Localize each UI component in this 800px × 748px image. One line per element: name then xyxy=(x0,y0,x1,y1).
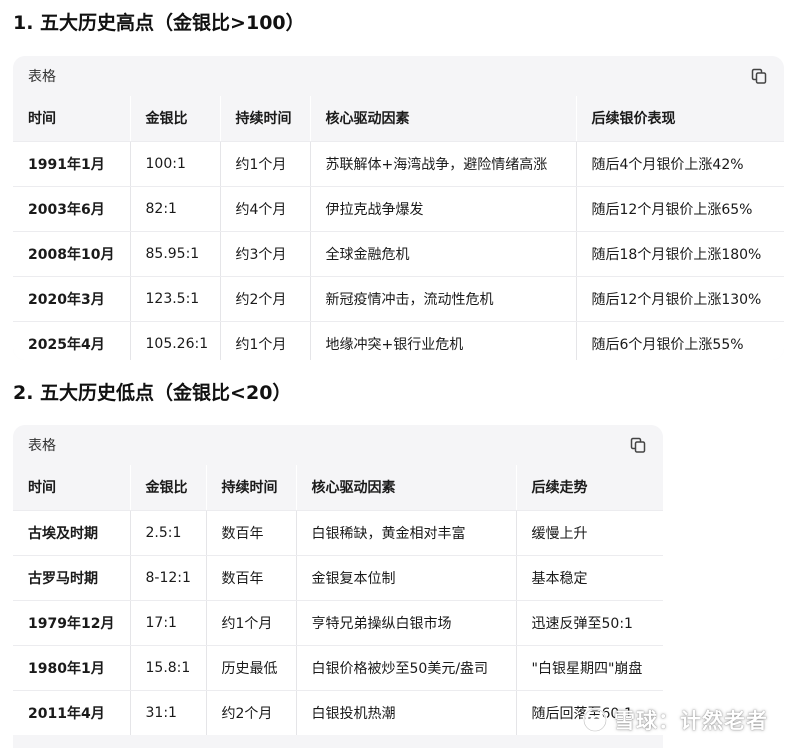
cell-duration: 约2个月 xyxy=(220,276,311,322)
table-row: 2003年6月 82:1 约4个月 伊拉克战争爆发 随后12个月银价上涨65% xyxy=(13,186,784,232)
table-row: 1979年12月 17:1 约1个月 亨特兄弟操纵白银市场 迅速反弹至50:1 xyxy=(13,600,663,646)
cell-duration: 约1个月 xyxy=(220,141,311,187)
cell-time: 2003年6月 xyxy=(13,186,131,232)
cell-trend: 基本稳定 xyxy=(516,555,663,601)
table-row: 2020年3月 123.5:1 约2个月 新冠疫情冲击，流动性危机 随后12个月… xyxy=(13,276,784,322)
cell-time: 2008年10月 xyxy=(13,231,131,277)
cell-driver: 白银稀缺，黄金相对丰富 xyxy=(296,510,517,556)
cell-ratio: 85.95:1 xyxy=(130,231,221,277)
col-header-duration: 持续时间 xyxy=(220,96,311,142)
col-header-duration: 持续时间 xyxy=(206,465,297,511)
cell-driver: 地缘冲突+银行业危机 xyxy=(310,321,577,360)
table-lows: 时间 金银比 持续时间 核心驱动因素 后续走势 古埃及时期 2.5:1 数百年 … xyxy=(13,465,663,735)
snowball-logo-icon xyxy=(582,707,608,733)
cell-time: 1991年1月 xyxy=(13,141,131,187)
col-header-time: 时间 xyxy=(13,465,131,511)
table-row: 1980年1月 15.8:1 历史最低 白银价格被炒至50美元/盎司 "白银星期… xyxy=(13,645,663,691)
table-header-row: 时间 金银比 持续时间 核心驱动因素 后续走势 xyxy=(13,465,663,511)
table-row: 2008年10月 85.95:1 约3个月 全球金融危机 随后18个月银价上涨1… xyxy=(13,231,784,277)
cell-performance: 随后4个月银价上涨42% xyxy=(576,141,784,187)
table-card-1: 表格 时间 金银比 持续时间 核心驱动因素 后续银价表现 1991年1月 100… xyxy=(13,56,784,360)
cell-duration: 数百年 xyxy=(206,510,297,556)
cell-duration: 约1个月 xyxy=(206,600,297,646)
cell-time: 1980年1月 xyxy=(13,645,131,691)
cell-driver: 全球金融危机 xyxy=(310,231,577,277)
cell-driver: 苏联解体+海湾战争，避险情绪高涨 xyxy=(310,141,577,187)
table-card-2-label: 表格 xyxy=(28,438,56,454)
copy-icon[interactable] xyxy=(629,436,647,454)
cell-driver: 白银投机热潮 xyxy=(296,690,517,735)
col-header-ratio: 金银比 xyxy=(130,465,207,511)
section-1-heading: 1. 五大历史高点（金银比>100） xyxy=(13,12,305,34)
watermark: 雪球：计然老者 xyxy=(582,700,794,740)
col-header-driver: 核心驱动因素 xyxy=(296,465,517,511)
col-header-trend: 后续走势 xyxy=(516,465,663,511)
cell-ratio: 15.8:1 xyxy=(130,645,207,691)
cell-ratio: 17:1 xyxy=(130,600,207,646)
cell-duration: 约1个月 xyxy=(220,321,311,360)
cell-ratio: 8-12:1 xyxy=(130,555,207,601)
cell-time: 2025年4月 xyxy=(13,321,131,360)
table-header-row: 时间 金银比 持续时间 核心驱动因素 后续银价表现 xyxy=(13,96,784,142)
cell-ratio: 100:1 xyxy=(130,141,221,187)
cell-ratio: 2.5:1 xyxy=(130,510,207,556)
cell-ratio: 31:1 xyxy=(130,690,207,735)
cell-duration: 约3个月 xyxy=(220,231,311,277)
cell-time: 古罗马时期 xyxy=(13,555,131,601)
table-row: 古埃及时期 2.5:1 数百年 白银稀缺，黄金相对丰富 缓慢上升 xyxy=(13,510,663,556)
table-row: 1991年1月 100:1 约1个月 苏联解体+海湾战争，避险情绪高涨 随后4个… xyxy=(13,141,784,187)
cell-duration: 约4个月 xyxy=(220,186,311,232)
cell-performance: 随后6个月银价上涨55% xyxy=(591,336,744,353)
cell-ratio: 82:1 xyxy=(130,186,221,232)
cell-ratio: 105.26:1 xyxy=(130,321,221,360)
cell-duration: 历史最低 xyxy=(206,645,297,691)
cell-driver: 金银复本位制 xyxy=(296,555,517,601)
table-card-1-header: 表格 xyxy=(13,56,784,96)
col-header-ratio: 金银比 xyxy=(130,96,221,142)
table-row: 2025年4月 105.26:1 约1个月 地缘冲突+银行业危机 随后6个月银价… xyxy=(13,321,784,360)
copy-icon[interactable] xyxy=(750,67,768,85)
cell-trend: "白银星期四"崩盘 xyxy=(516,645,663,691)
col-header-driver: 核心驱动因素 xyxy=(310,96,577,142)
cell-duration: 约2个月 xyxy=(206,690,297,735)
cell-time: 2011年4月 xyxy=(13,690,131,735)
cell-performance: 随后18个月银价上涨180% xyxy=(576,231,784,277)
table-row: 古罗马时期 8-12:1 数百年 金银复本位制 基本稳定 xyxy=(13,555,663,601)
cell-time: 1979年12月 xyxy=(13,600,131,646)
table-row: 2011年4月 31:1 约2个月 白银投机热潮 随后回落至60:1 xyxy=(13,690,663,735)
cell-driver: 伊拉克战争爆发 xyxy=(310,186,577,232)
cell-duration: 数百年 xyxy=(206,555,297,601)
col-header-time: 时间 xyxy=(13,96,131,142)
section-2-heading: 2. 五大历史低点（金银比<20） xyxy=(13,382,292,404)
table-highs: 时间 金银比 持续时间 核心驱动因素 后续银价表现 1991年1月 100:1 … xyxy=(13,96,784,360)
cell-ratio: 123.5:1 xyxy=(130,276,221,322)
table-card-1-label: 表格 xyxy=(28,69,56,85)
table-card-2-header: 表格 xyxy=(13,425,663,465)
cell-trend: 迅速反弹至50:1 xyxy=(516,600,663,646)
cell-driver: 新冠疫情冲击，流动性危机 xyxy=(310,276,577,322)
col-header-performance: 后续银价表现 xyxy=(576,96,784,142)
cell-performance: 随后12个月银价上涨65% xyxy=(576,186,784,232)
cell-time: 2020年3月 xyxy=(13,276,131,322)
cell-driver: 亨特兄弟操纵白银市场 xyxy=(296,600,517,646)
cell-trend: 缓慢上升 xyxy=(516,510,663,556)
watermark-text: 雪球：计然老者 xyxy=(614,709,768,733)
table-card-2: 表格 时间 金银比 持续时间 核心驱动因素 后续走势 古埃及时期 2.5:1 数… xyxy=(13,425,663,748)
cell-performance: 随后12个月银价上涨130% xyxy=(576,276,784,322)
cell-driver: 白银价格被炒至50美元/盎司 xyxy=(296,645,517,691)
cell-time: 古埃及时期 xyxy=(13,510,131,556)
